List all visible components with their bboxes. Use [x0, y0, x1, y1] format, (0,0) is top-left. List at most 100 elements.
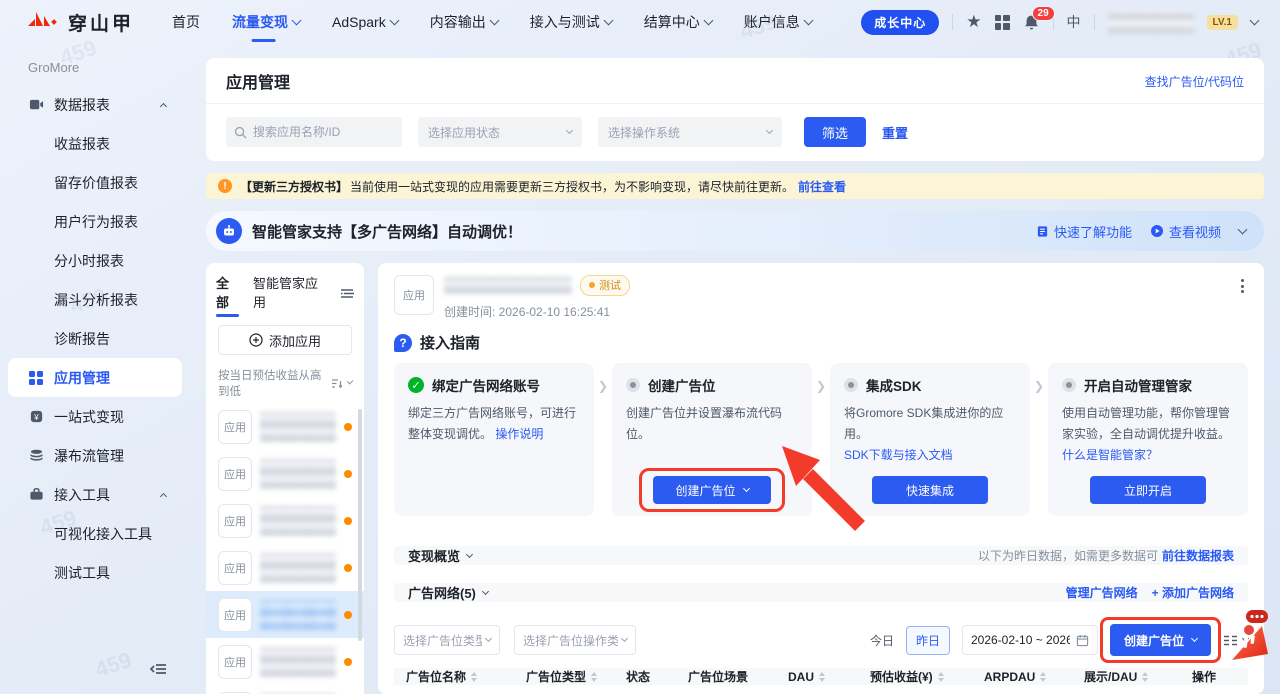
create-adunit-button-bottom[interactable]: 创建广告位 — [1110, 624, 1211, 656]
chevron-down-icon — [489, 16, 499, 26]
nav-adspark[interactable]: AdSpark — [332, 14, 398, 30]
create-adunit-button[interactable]: 创建广告位 — [653, 476, 770, 504]
sort-icon[interactable] — [1142, 672, 1148, 682]
app-search-box[interactable] — [226, 117, 402, 147]
app-list-item[interactable]: 应用 — [206, 450, 364, 497]
chevron-down-icon[interactable] — [1250, 16, 1260, 26]
sidebar-item-revenue-report[interactable]: 收益报表 — [8, 124, 182, 163]
list-filter-icon[interactable] — [340, 288, 354, 303]
sort-control[interactable]: 按当日预估收益从高到低 — [218, 367, 352, 399]
ad-networks-bar[interactable]: 广告网络(5) 管理广告网络 + 添加广告网络 — [394, 583, 1248, 602]
sort-icon[interactable] — [471, 672, 477, 682]
guide-step-create-adunit: 创建广告位 创建广告位并设置瀑布流代码位。 创建广告位 — [612, 363, 812, 516]
sidebar-item-test-tool[interactable]: 测试工具 — [8, 553, 182, 592]
tab-smart-butler-apps[interactable]: 智能管家应用 — [253, 273, 328, 317]
chevron-down-icon — [621, 635, 628, 642]
sidebar-item-waterfall[interactable]: 瀑布流管理 — [8, 436, 182, 475]
yesterday-toggle[interactable]: 昨日 — [906, 626, 950, 655]
step-desc: 使用自动管理功能，帮你管理管家实验，全自动调优提升收益。 — [1062, 406, 1230, 441]
monetization-overview-bar[interactable]: 变现概览 以下为昨日数据，如需更多数据可 前往数据报表 — [394, 546, 1248, 565]
operation-guide-link[interactable]: 操作说明 — [495, 427, 543, 441]
sidebar-item-visual-tool[interactable]: 可视化接入工具 — [8, 514, 182, 553]
nav-account-info[interactable]: 账户信息 — [744, 12, 812, 32]
sidebar-item-retention-report[interactable]: 留存价值报表 — [8, 163, 182, 202]
what-is-butler-link[interactable]: 什么是智能管家？ — [1062, 448, 1158, 462]
sidebar-item-behavior-report[interactable]: 用户行为报表 — [8, 202, 182, 241]
notice-bold: 【更新三方授权书】 — [240, 178, 348, 195]
notification-count-badge: 29 — [1032, 6, 1055, 21]
notification-bell-icon[interactable]: 29 — [1023, 14, 1040, 31]
filter-button[interactable]: 筛选 — [804, 117, 866, 147]
col-adunit-type[interactable]: 广告位类型 — [526, 668, 626, 685]
tab-all-apps[interactable]: 全部 — [216, 273, 241, 317]
app-list-item[interactable]: 应用 — [206, 544, 364, 591]
nav-home[interactable]: 首页 — [172, 12, 200, 32]
step-desc: 绑定三方广告网络账号，可进行整体变现调优。 — [408, 406, 576, 441]
sdk-doc-link[interactable]: SDK下载与接入文档 — [844, 448, 953, 462]
sidebar-item-diagnosis-report[interactable]: 诊断报告 — [8, 319, 182, 358]
notice-view-link[interactable]: 前往查看 — [798, 178, 846, 195]
app-detail-panel: 应用 测试 创建时间: 2026-02-10 16:25:41 ? 接入指南 — [378, 263, 1264, 694]
nav-content-output[interactable]: 内容输出 — [430, 12, 498, 32]
nav-monetization[interactable]: 流量变现 — [232, 12, 300, 32]
adunit-op-type-select[interactable]: 选择广告位操作类型 — [514, 625, 636, 655]
sidebar-item-app-management[interactable]: 应用管理 — [8, 358, 182, 397]
user-avatar[interactable] — [1108, 10, 1194, 34]
reset-button[interactable]: 重置 — [882, 123, 908, 142]
today-toggle[interactable]: 今日 — [870, 632, 894, 649]
app-tag: 应用 — [218, 598, 252, 632]
sort-icon[interactable] — [938, 672, 944, 682]
sidebar-item-one-stop[interactable]: ¥ 一站式变现 — [8, 397, 182, 436]
chevron-right-icon: ❯ — [594, 363, 612, 516]
col-est-revenue[interactable]: 预估收益(¥) — [870, 668, 984, 685]
language-toggle[interactable]: 中 — [1067, 12, 1081, 32]
sort-icon[interactable] — [1040, 672, 1046, 682]
quick-integrate-button[interactable]: 快速集成 — [872, 476, 988, 504]
sidebar-item-hourly-report[interactable]: 分小时报表 — [8, 241, 182, 280]
nav-settlement[interactable]: 结算中心 — [644, 12, 712, 32]
date-range-picker[interactable]: 2026-02-10 ~ 2026-02-10 — [962, 625, 1098, 655]
os-select[interactable]: 选择操作系统 — [598, 117, 782, 147]
add-app-button[interactable]: 添加应用 — [218, 325, 352, 355]
watch-video-link[interactable]: 查看视频 — [1150, 222, 1221, 241]
brand-logo[interactable]: 穿山甲 — [26, 9, 134, 36]
add-network-link[interactable]: + 添加广告网络 — [1152, 584, 1234, 601]
app-list-item[interactable]: 应用 — [206, 685, 364, 694]
banner-collapse-chevron[interactable] — [1238, 225, 1248, 235]
goto-data-report-link[interactable]: 前往数据报表 — [1162, 547, 1234, 564]
nav-integration-test[interactable]: 接入与测试 — [530, 12, 612, 32]
col-show-dau[interactable]: 展示/DAU — [1084, 668, 1192, 685]
star-icon[interactable]: ★ — [966, 12, 981, 32]
app-management-icon — [28, 371, 44, 385]
app-status-select[interactable]: 选择应用状态 — [418, 117, 582, 147]
app-tag: 应用 — [218, 645, 252, 679]
sidebar-item-tools[interactable]: 接入工具 — [8, 475, 182, 514]
sort-icon[interactable] — [591, 672, 597, 682]
app-list-item[interactable]: 应用 — [206, 497, 364, 544]
column-settings-control[interactable] — [1223, 634, 1248, 647]
manage-networks-link[interactable]: 管理广告网络 — [1066, 584, 1138, 601]
list-scrollbar[interactable] — [358, 409, 362, 641]
app-search-input[interactable] — [253, 125, 394, 139]
app-tag: 应用 — [218, 504, 252, 538]
app-list-item[interactable]: 应用 — [206, 638, 364, 685]
col-arpdau[interactable]: ARPDAU — [984, 670, 1084, 684]
quick-learn-link[interactable]: 快速了解功能 — [1036, 222, 1132, 241]
col-adunit-name[interactable]: 广告位名称 — [406, 668, 526, 685]
waterfall-icon — [28, 448, 44, 463]
sort-icon[interactable] — [819, 672, 825, 682]
more-menu-icon[interactable] — [1237, 275, 1248, 320]
growth-center-badge[interactable]: 成长中心 — [861, 10, 939, 35]
sidebar-item-data-report[interactable]: 数据报表 — [8, 85, 182, 124]
app-list-panel: 全部 智能管家应用 添加应用 按当日预估收益从高到低 — [206, 263, 364, 694]
enable-now-button[interactable]: 立即开启 — [1090, 476, 1206, 504]
app-list-item[interactable]: 应用 — [206, 403, 364, 450]
apps-grid-icon[interactable] — [995, 15, 1010, 30]
find-adunit-link[interactable]: 查找广告位/代码位 — [1145, 73, 1244, 90]
sidebar-collapse-icon[interactable] — [150, 662, 168, 676]
adunit-type-select[interactable]: 选择广告位类型 — [394, 625, 500, 655]
one-stop-icon: ¥ — [28, 409, 44, 424]
app-list-item-selected[interactable]: 应用 — [206, 591, 364, 638]
col-dau[interactable]: DAU — [788, 670, 870, 684]
sidebar-item-funnel-report[interactable]: 漏斗分析报表 — [8, 280, 182, 319]
